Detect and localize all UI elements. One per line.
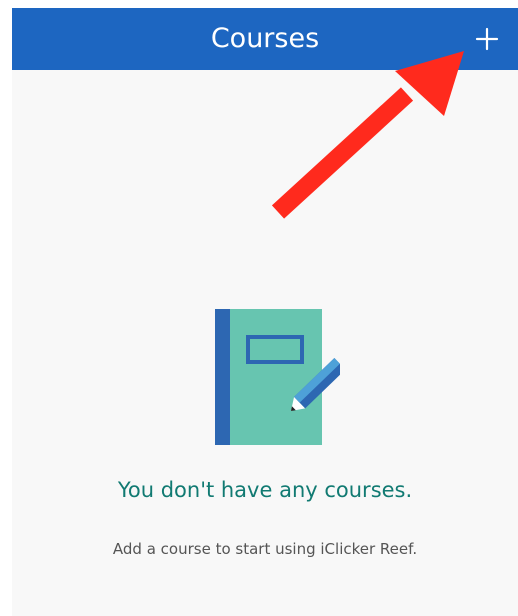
notebook-cover (215, 309, 322, 445)
plus-icon (475, 27, 499, 51)
notebook-pencil-icon (215, 309, 340, 445)
app-header: Courses (12, 8, 518, 70)
notebook-spine (215, 309, 230, 445)
app-screen: Courses You don't have any courses. Add … (0, 0, 518, 616)
empty-state-subtitle: Add a course to start using iClicker Ree… (112, 540, 418, 558)
page-title: Courses (210, 23, 320, 54)
courses-page: Courses You don't have any courses. Add … (12, 8, 518, 616)
empty-state-title: You don't have any courses. (117, 478, 413, 502)
add-course-button[interactable] (456, 8, 518, 70)
